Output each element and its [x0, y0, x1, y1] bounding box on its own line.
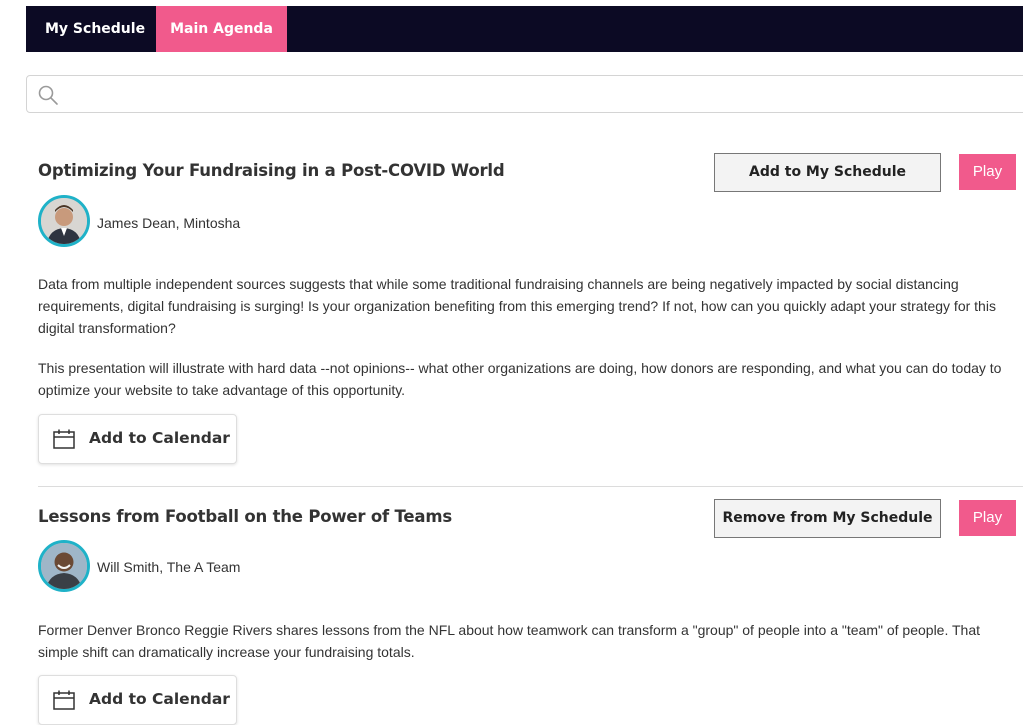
add-to-calendar-button[interactable]: Add to Calendar: [38, 675, 237, 725]
add-to-calendar-label: Add to Calendar: [89, 690, 230, 708]
add-to-calendar-button[interactable]: Add to Calendar: [38, 414, 237, 464]
speaker-name: Will Smith, The A Team: [97, 559, 241, 575]
session-description: This presentation will illustrate with h…: [38, 360, 1002, 398]
session-description: Former Denver Bronco Reggie Rivers share…: [38, 622, 980, 660]
remove-from-schedule-button[interactable]: Remove from My Schedule: [714, 499, 941, 538]
add-to-calendar-label: Add to Calendar: [89, 429, 230, 447]
avatar: [38, 540, 90, 592]
search-bar: [26, 75, 1023, 113]
calendar-icon: [53, 690, 75, 710]
play-button[interactable]: Play: [959, 500, 1016, 536]
session-title: Optimizing Your Fundraising in a Post-CO…: [38, 161, 505, 180]
tab-my-schedule[interactable]: My Schedule: [45, 6, 145, 52]
search-icon: [38, 85, 58, 105]
play-button[interactable]: Play: [959, 154, 1016, 190]
search-input[interactable]: [67, 80, 1021, 110]
session-title: Lessons from Football on the Power of Te…: [38, 507, 452, 526]
tab-main-agenda[interactable]: Main Agenda: [156, 6, 287, 52]
add-to-schedule-button[interactable]: Add to My Schedule: [714, 153, 941, 192]
session-divider: [38, 486, 1023, 487]
calendar-icon: [53, 429, 75, 449]
avatar: [38, 195, 90, 247]
session-description: Data from multiple independent sources s…: [38, 276, 996, 336]
top-nav-bar: My Schedule Main Agenda: [26, 6, 1023, 52]
speaker-name: James Dean, Mintosha: [97, 215, 241, 231]
